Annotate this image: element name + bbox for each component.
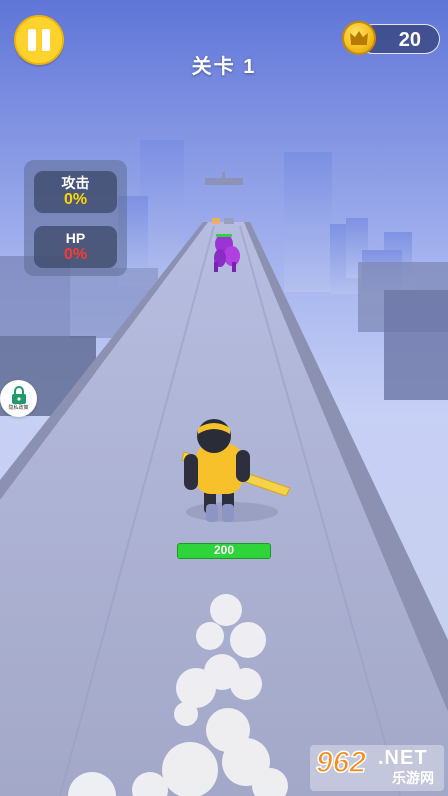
- attack-value: 0%: [63, 191, 88, 208]
- player-health-bar: 200: [177, 543, 271, 559]
- attack-stat: 攻击 0%: [34, 171, 117, 213]
- pause-icon: [28, 29, 36, 51]
- site-watermark: 962 .NET 乐游网: [310, 745, 444, 791]
- stats-panel: 攻击 0% HP 0%: [24, 160, 127, 276]
- crown-coin-icon: [342, 21, 376, 55]
- privacy-lock-button[interactable]: 隐私政策: [0, 380, 37, 417]
- watermark-number: 962: [315, 746, 367, 780]
- hp-value: 0%: [63, 246, 88, 263]
- attack-label: 攻击: [61, 175, 90, 191]
- pause-icon-bar: [42, 29, 50, 51]
- coin-counter: 20: [342, 21, 440, 56]
- privacy-text: 隐私政策: [8, 405, 29, 411]
- game-scene: 关卡 1 20 攻击 0% HP 0% 隐私政策 200 962 .NET 乐游…: [0, 0, 448, 796]
- game-world: [0, 140, 448, 796]
- watermark-name: 乐游网: [392, 770, 434, 786]
- hp-stat: HP 0%: [34, 226, 117, 268]
- watermark-domain: .NET: [378, 747, 428, 769]
- hp-label: HP: [65, 230, 86, 246]
- coin-value: 20: [398, 29, 421, 51]
- distant-platform: [205, 172, 243, 185]
- lock-icon: [11, 386, 26, 404]
